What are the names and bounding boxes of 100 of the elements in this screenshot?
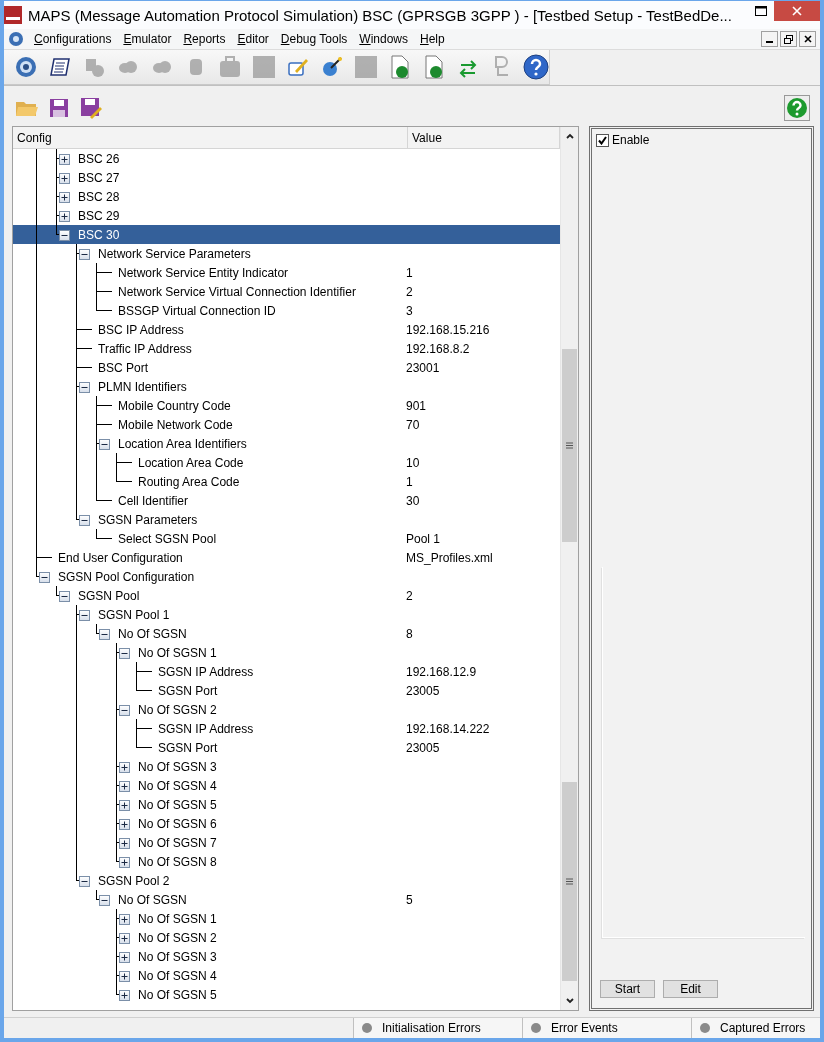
collapse-icon[interactable] — [99, 439, 110, 450]
tree-item-label: Cell Identifier — [118, 493, 189, 508]
expand-icon[interactable] — [59, 154, 70, 165]
tree-row[interactable]: No Of SGSN 2 — [13, 700, 560, 719]
tree-row[interactable]: SGSN IP Address 192.168.12.9 — [13, 662, 560, 681]
column-header[interactable]: Value — [408, 127, 560, 148]
tree-row[interactable]: Network Service Entity Indicator 1 — [13, 263, 560, 282]
tree-row[interactable]: No Of SGSN 5 — [13, 795, 560, 814]
expand-icon[interactable] — [59, 211, 70, 222]
collapse-icon[interactable] — [59, 591, 70, 602]
tree-row[interactable]: Network Service Parameters — [13, 244, 560, 263]
collapse-icon[interactable] — [99, 629, 110, 640]
tree-item-label: SGSN IP Address — [158, 664, 254, 679]
menu-item[interactable]: Editor — [231, 32, 275, 46]
tree-row[interactable]: BSC 28 — [13, 187, 560, 206]
tree-row[interactable]: BSC 26 — [13, 149, 560, 168]
status-dot-icon — [700, 1023, 710, 1033]
menu-item[interactable]: Debug Tools — [274, 32, 354, 46]
tree-row[interactable]: No Of SGSN 5 — [13, 890, 560, 909]
expand-icon[interactable] — [119, 838, 130, 849]
collapse-icon[interactable] — [79, 876, 90, 887]
expand-icon[interactable] — [59, 173, 70, 184]
collapse-icon[interactable] — [79, 382, 90, 393]
expand-icon[interactable] — [119, 971, 130, 982]
tree-row[interactable]: Location Area Code 10 — [13, 453, 560, 472]
collapse-icon[interactable] — [79, 249, 90, 260]
tree-row[interactable]: BSC IP Address 192.168.15.216 — [13, 320, 560, 339]
collapse-icon[interactable] — [119, 705, 130, 716]
tree-row[interactable]: End User Configuration MS_Profiles.xml — [13, 548, 560, 567]
tree-item-value: Pool 1 — [405, 531, 441, 546]
tree-row[interactable]: BSC 27 — [13, 168, 560, 187]
tree-row[interactable]: Network Service Virtual Connection Identifier 2 — [13, 282, 560, 301]
tree-row[interactable]: No Of SGSN 5 — [13, 985, 560, 1004]
help-button[interactable] — [784, 94, 810, 122]
collapse-icon[interactable] — [79, 610, 90, 621]
tree-row[interactable]: No Of SGSN 3 — [13, 947, 560, 966]
tree-row[interactable]: SGSN Pool 1 — [13, 605, 560, 624]
scrollbar-thumb[interactable] — [562, 349, 577, 542]
tree-row[interactable]: No Of SGSN 1 — [13, 643, 560, 662]
tree-row[interactable]: SGSN Parameters — [13, 510, 560, 529]
expand-icon[interactable] — [119, 819, 130, 830]
collapse-icon[interactable] — [119, 648, 130, 659]
restore-button[interactable] — [780, 31, 797, 47]
menu-item[interactable]: Help — [414, 32, 451, 46]
tree-row[interactable]: BSC 29 — [13, 206, 560, 225]
expand-icon[interactable] — [119, 762, 130, 773]
menu-item[interactable]: Windows — [353, 32, 414, 46]
tree-item-label: Traffic IP Address — [98, 341, 192, 356]
expand-icon[interactable] — [119, 800, 130, 811]
tree-row[interactable]: BSC Port 23001 — [13, 358, 560, 377]
expand-icon[interactable] — [119, 781, 130, 792]
status-dot-icon — [531, 1023, 541, 1033]
tree-row[interactable]: No Of SGSN 8 — [13, 852, 560, 871]
tree-row[interactable]: Mobile Country Code 901 — [13, 396, 560, 415]
menu-item[interactable]: Reports — [177, 32, 232, 46]
expand-icon[interactable] — [59, 192, 70, 203]
expand-icon[interactable] — [119, 990, 130, 1001]
toolbar-button[interactable] — [523, 53, 550, 81]
tree-row[interactable]: Location Area Identifiers — [13, 434, 560, 453]
tree-row[interactable]: No Of SGSN 4 — [13, 776, 560, 795]
tree-row[interactable]: No Of SGSN 1 — [13, 909, 560, 928]
menu-item[interactable]: Configurations — [28, 32, 118, 46]
action-button[interactable]: Edit — [663, 980, 718, 998]
tree-row[interactable]: SGSN IP Address 192.168.14.222 — [13, 719, 560, 738]
expand-icon[interactable] — [119, 857, 130, 868]
collapse-icon[interactable] — [39, 572, 50, 583]
tree-row[interactable]: SGSN Pool 2 — [13, 871, 560, 890]
tree-row[interactable]: No Of SGSN 6 — [13, 814, 560, 833]
tree-row[interactable]: SGSN Port 23005 — [13, 681, 560, 700]
tree-row[interactable]: Select SGSN Pool Pool 1 — [13, 529, 560, 548]
column-header[interactable]: Config — [13, 127, 408, 148]
tree-row[interactable]: BSSGP Virtual Connection ID 3 — [13, 301, 560, 320]
scrollbar-thumb[interactable] — [562, 782, 577, 981]
tree-row[interactable]: No Of SGSN 4 — [13, 966, 560, 985]
tree-row[interactable]: Traffic IP Address 192.168.8.2 — [13, 339, 560, 358]
collapse-icon[interactable] — [79, 515, 90, 526]
window-title: MAPS (Message Automation Protocol Simulation) BSC (GPRSGB 3GPP ) - [Testbed Setup - TestBedDe... — [27, 6, 733, 24]
tree-row[interactable]: SGSN Pool 2 — [13, 586, 560, 605]
expand-icon[interactable] — [119, 952, 130, 963]
tree-row[interactable]: Mobile Network Code 70 — [13, 415, 560, 434]
enable-checkbox[interactable]: Enable — [596, 133, 805, 147]
tree-row[interactable]: Cell Identifier 30 — [13, 491, 560, 510]
tree-row[interactable]: Routing Area Code 1 — [13, 472, 560, 491]
menu-item[interactable]: Emulator — [117, 32, 178, 46]
tree-row[interactable]: PLMN Identifiers — [13, 377, 560, 396]
tree-row[interactable]: SGSN Pool Configuration — [13, 567, 560, 586]
expand-icon[interactable] — [119, 914, 130, 925]
close-button[interactable] — [799, 31, 816, 47]
collapse-icon[interactable] — [99, 895, 110, 906]
tree-row[interactable]: No Of SGSN 7 — [13, 833, 560, 852]
gear-icon[interactable] — [8, 31, 24, 47]
tree-row[interactable]: No Of SGSN 2 — [13, 928, 560, 947]
tree-row[interactable]: BSC 30 — [13, 225, 560, 244]
expand-icon[interactable] — [119, 933, 130, 944]
tree-row[interactable]: SGSN Port 23005 — [13, 738, 560, 757]
tree-row[interactable]: No Of SGSN 3 — [13, 757, 560, 776]
action-button[interactable]: Start — [600, 980, 655, 998]
minimize-button[interactable] — [761, 31, 778, 47]
tree-row[interactable]: No Of SGSN 8 — [13, 624, 560, 643]
collapse-icon[interactable] — [59, 230, 70, 241]
